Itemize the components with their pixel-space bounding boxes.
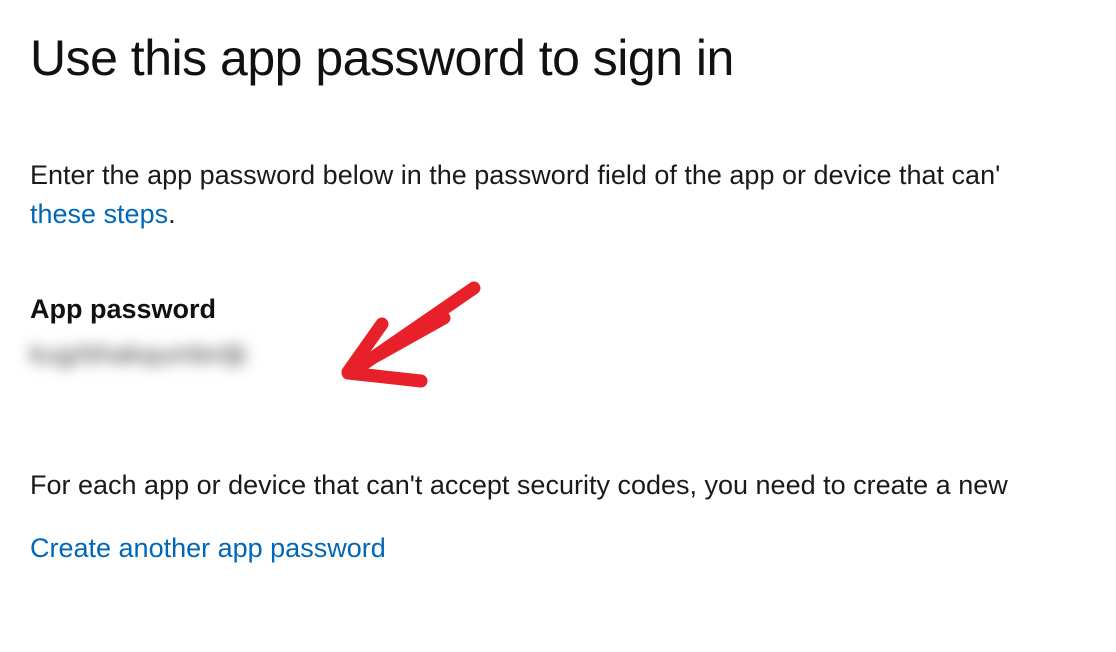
app-password-label: App password [30, 294, 1086, 325]
instruction-text-after: . [168, 199, 176, 229]
steps-link[interactable]: these steps [30, 199, 168, 229]
create-another-password-link[interactable]: Create another app password [30, 533, 386, 564]
page-title: Use this app password to sign in [30, 30, 1086, 88]
app-password-value: kugrbhakqumbrdjt [30, 339, 246, 370]
instruction-text-before: Enter the app password below in the pass… [30, 160, 1000, 190]
instruction-paragraph: Enter the app password below in the pass… [30, 156, 1086, 234]
footer-instruction: For each app or device that can't accept… [30, 466, 1086, 505]
